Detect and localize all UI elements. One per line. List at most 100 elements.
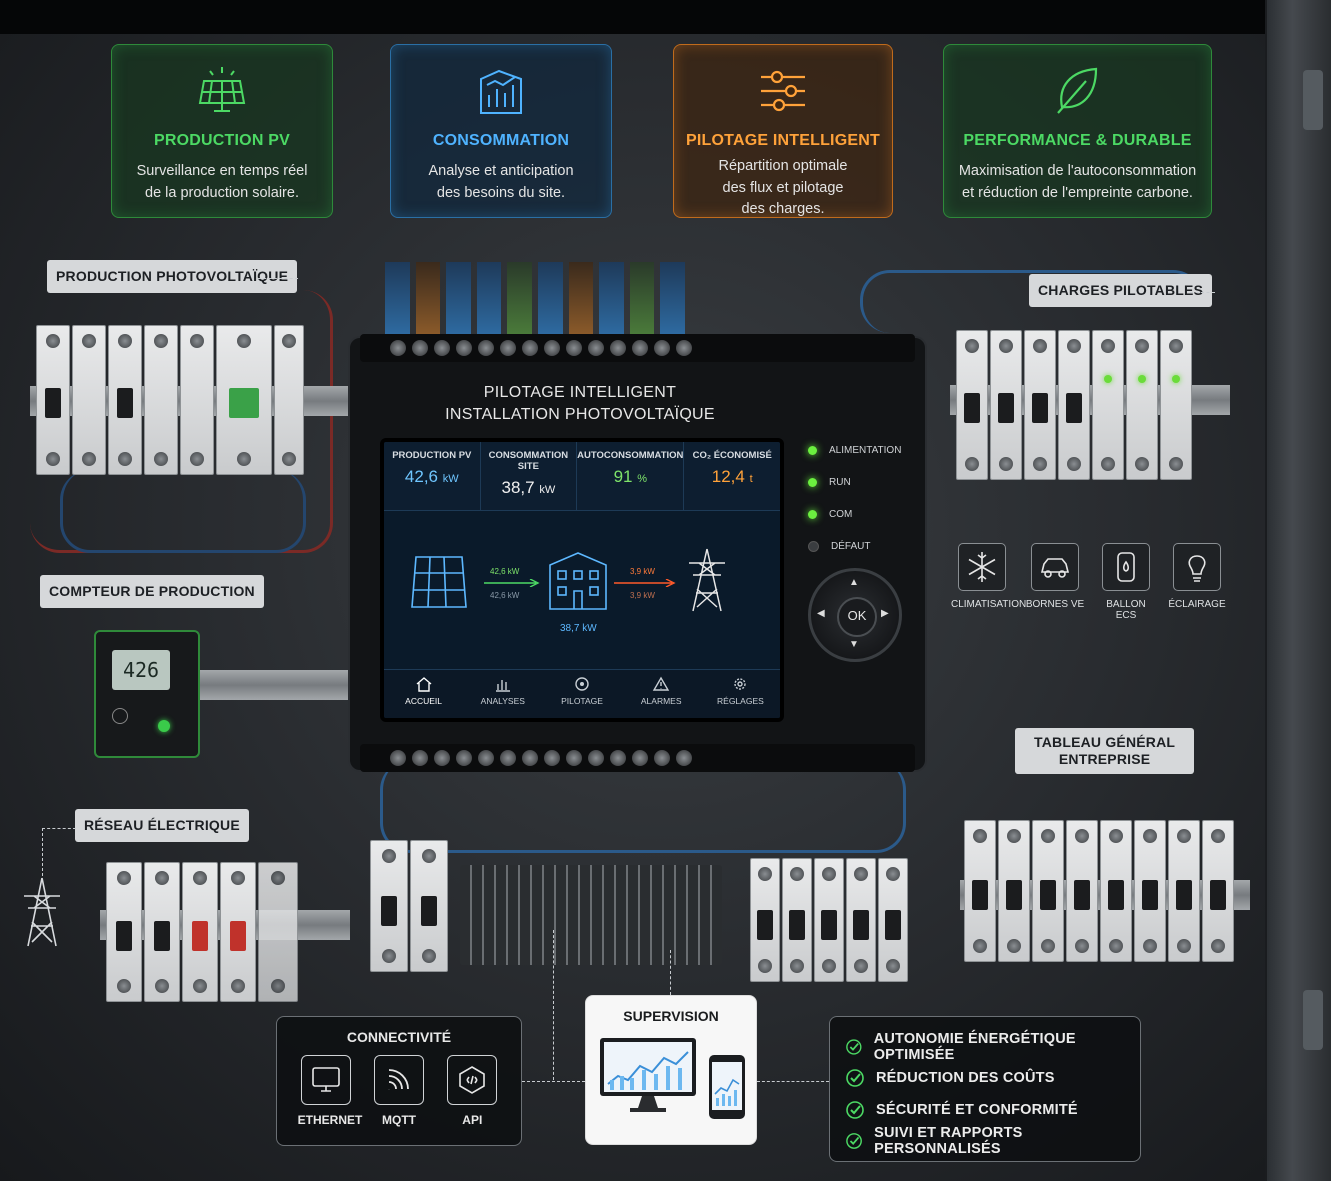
terminal-strip	[360, 334, 915, 362]
load-bornes-ve: BORNES VE	[1024, 543, 1086, 610]
kpi-value: 42,6	[404, 467, 439, 486]
benefit-item: RÉDUCTION DES COÛTS	[846, 1063, 1124, 1095]
arrow-up-button[interactable]: ▲	[849, 577, 859, 588]
kpi-bar: PRODUCTION PV 42,6 kW CONSOMMATION SITE …	[384, 442, 780, 511]
wire	[60, 470, 306, 553]
flow-value-site: 38,7 kW	[560, 623, 597, 634]
feature-description: et réduction de l'empreinte carbone.	[962, 185, 1193, 201]
wifi-signal-icon	[388, 1069, 409, 1090]
feature-card-production-pv: PRODUCTION PV Surveillance en temps réel…	[111, 44, 333, 218]
navigation-dpad[interactable]: ▲ ▼ ◀ ▶ OK	[808, 568, 902, 662]
arrow-left-button[interactable]: ◀	[817, 608, 825, 619]
load-label: ÉCLAIRAGE	[1168, 599, 1226, 610]
benefit-item: SUIVI ET RAPPORTS PERSONNALISÉS	[846, 1125, 1124, 1157]
check-circle-icon	[846, 1100, 864, 1119]
screen-nav: ACCUEIL ANALYSES PILOTAGE ALARMES RÉGLAG…	[384, 669, 780, 718]
load-eclairage: ÉCLAIRAGE	[1166, 543, 1228, 610]
leader-line	[42, 828, 76, 829]
controller-title-line: PILOTAGE INTELLIGENT	[483, 384, 677, 401]
solar-panel-icon	[198, 67, 246, 112]
check-circle-icon	[846, 1133, 862, 1150]
leaf-icon	[1056, 67, 1097, 114]
kpi-unit: kW	[539, 484, 556, 496]
leader-line	[42, 828, 43, 876]
gear-icon	[734, 678, 747, 690]
feature-description: de la production solaire.	[145, 185, 299, 201]
kpi-production: PRODUCTION PV 42,6 kW	[384, 442, 481, 510]
nav-reglages[interactable]: RÉGLAGES	[701, 670, 780, 718]
pylon-icon	[689, 548, 725, 612]
building-chart-icon	[480, 69, 522, 114]
controller-title-line: INSTALLATION PHOTOVOLTAÏQUE	[445, 406, 715, 423]
main-board-breakers	[964, 820, 1234, 962]
warning-icon	[652, 676, 670, 691]
kpi-value: 91	[613, 467, 633, 486]
led-label: ALIMENTATION	[829, 444, 902, 456]
led-com: COM	[808, 498, 901, 530]
feature-title: PERFORMANCE & DURABLE	[963, 132, 1192, 149]
wire	[380, 760, 906, 853]
kpi-co2: CO₂ ÉCONOMISÉ 12,4 t	[684, 442, 780, 510]
led-run: RUN	[808, 466, 901, 498]
kpi-unit: t	[749, 473, 753, 485]
status-leds: ALIMENTATION RUN COM DÉFAUT	[808, 434, 901, 562]
connectivity-mqtt: MQTT	[371, 1055, 427, 1127]
terminal-strip	[360, 744, 915, 772]
flow-value-pv-secondary: 42,6 kW	[490, 591, 520, 600]
load-climatisation: CLIMATISATION	[951, 543, 1026, 610]
arrow-right-button[interactable]: ▶	[881, 608, 889, 619]
kpi-autoconsommation: AUTOCONSOMMATION 91 %	[577, 442, 685, 510]
kpi-value: 38,7	[501, 478, 535, 497]
nav-accueil[interactable]: ACCUEIL	[384, 670, 463, 718]
label-tableau-general: TABLEAU GÉNÉRAL ENTREPRISE	[1015, 728, 1195, 774]
nav-label: RÉGLAGES	[717, 696, 764, 706]
check-circle-icon	[846, 1039, 862, 1055]
nav-analyses[interactable]: ANALYSES	[463, 670, 542, 718]
connector-line	[670, 950, 671, 995]
load-breakers	[956, 330, 1192, 480]
label-tableau-line: ENTREPRISE	[1058, 751, 1151, 767]
arrow-down-button[interactable]: ▼	[849, 639, 859, 650]
nav-label: ANALYSES	[480, 696, 525, 706]
kpi-unit: %	[637, 473, 647, 485]
meter-button	[112, 708, 128, 724]
led-defaut: DÉFAUT	[808, 530, 901, 562]
benefit-item: AUTONOMIE ÉNERGÉTIQUE OPTIMISÉE	[846, 1031, 1124, 1063]
cabinet-door	[1265, 0, 1331, 1181]
controller-unit: PILOTAGE INTELLIGENT INSTALLATION PHOTOV…	[348, 334, 927, 772]
feature-card-consommation: CONSOMMATION Analyse et anticipation des…	[390, 44, 612, 218]
home-icon	[416, 677, 432, 692]
nav-alarmes[interactable]: ALARMES	[622, 670, 701, 718]
led-indicator	[808, 445, 817, 455]
touch-screen[interactable]: PRODUCTION PV 42,6 kW CONSOMMATION SITE …	[380, 438, 784, 722]
label-charges: CHARGES PILOTABLES	[1029, 274, 1213, 307]
top-bar	[0, 0, 1331, 34]
led-label: DÉFAUT	[831, 540, 871, 552]
pv-breakers	[36, 325, 304, 475]
connectivity-label: ETHERNET	[297, 1113, 363, 1127]
kpi-label: AUTOCONSOMMATION	[577, 450, 684, 461]
bulb-icon	[1188, 555, 1206, 582]
kpi-consommation: CONSOMMATION SITE 38,7 kW	[481, 442, 578, 510]
label-production-pv: PRODUCTION PHOTOVOLTAÏQUE	[47, 260, 298, 293]
feature-description: des flux et pilotage	[722, 179, 844, 196]
car-icon	[1040, 558, 1070, 578]
api-gear-icon	[459, 1066, 486, 1094]
leader-line	[1190, 292, 1215, 293]
flow-value-grid: 3,9 kW	[630, 567, 655, 576]
load-label: BORNES VE	[1025, 599, 1085, 610]
feature-description: Surveillance en temps réel	[136, 163, 308, 179]
snowflake-icon	[968, 552, 996, 582]
nav-pilotage[interactable]: PILOTAGE	[542, 670, 621, 718]
flow-value-grid-secondary: 3,9 kW	[630, 591, 655, 600]
pylon-icon	[24, 877, 60, 947]
feature-description: des charges.	[741, 201, 825, 217]
connectivity-label: API	[462, 1113, 483, 1127]
benefit-label: AUTONOMIE ÉNERGÉTIQUE OPTIMISÉE	[873, 1030, 1076, 1063]
ok-button[interactable]: OK	[837, 597, 877, 637]
aux-breakers	[370, 840, 448, 972]
monitor-dashboard-icon	[600, 1038, 696, 1112]
kpi-label: CO₂ ÉCONOMISÉ	[692, 450, 772, 461]
nav-label: ACCUEIL	[405, 696, 443, 706]
feature-title: PRODUCTION PV	[154, 132, 290, 149]
